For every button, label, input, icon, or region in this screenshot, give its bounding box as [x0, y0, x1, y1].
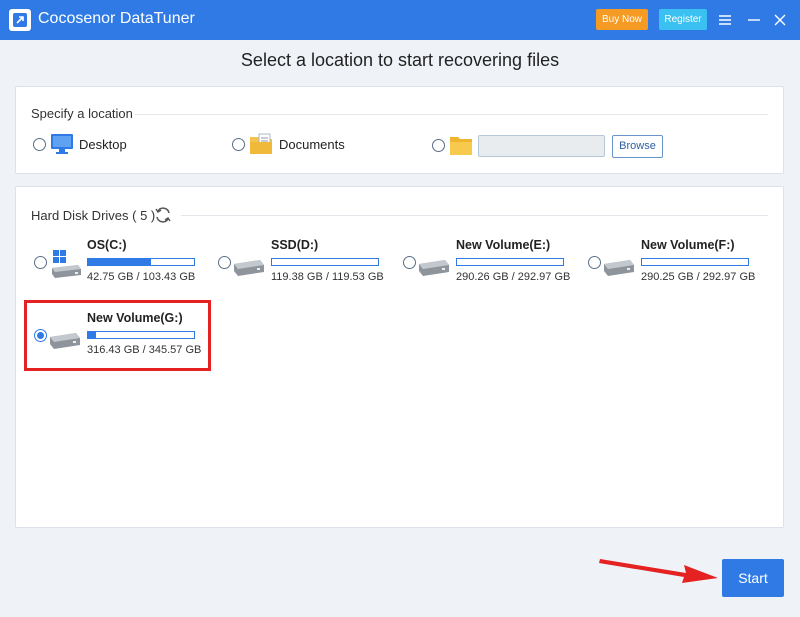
desktop-icon — [50, 133, 74, 155]
browse-button[interactable]: Browse — [612, 135, 663, 158]
drive-d[interactable]: SSD(D:) 119.38 GB / 119.53 GB — [218, 238, 393, 298]
documents-radio[interactable] — [232, 138, 245, 151]
drive-c-name: OS(C:) — [87, 238, 127, 252]
disk-divider — [181, 215, 768, 216]
refresh-icon[interactable] — [153, 205, 173, 225]
drive-f-radio[interactable] — [588, 256, 601, 269]
app-title: Cocosenor DataTuner — [38, 10, 195, 27]
drive-e-name: New Volume(E:) — [456, 238, 551, 252]
documents-label: Documents — [279, 137, 345, 152]
drive-c-usage-fill — [88, 259, 151, 265]
drive-d-size: 119.38 GB / 119.53 GB — [271, 271, 384, 283]
location-divider — [135, 114, 768, 115]
buy-now-button[interactable]: Buy Now — [596, 9, 648, 30]
title-bar: Cocosenor DataTuner Buy Now Register — [0, 0, 800, 40]
location-panel — [15, 86, 784, 174]
register-button[interactable]: Register — [659, 9, 707, 30]
close-icon[interactable] — [771, 11, 789, 29]
minimize-icon[interactable] — [745, 11, 763, 29]
documents-icon — [249, 132, 273, 156]
drive-icon — [232, 250, 266, 278]
desktop-radio[interactable] — [33, 138, 46, 151]
drive-c-radio[interactable] — [34, 256, 47, 269]
folder-icon — [449, 134, 473, 156]
drive-c[interactable]: OS(C:) 42.75 GB / 103.43 GB — [34, 238, 209, 298]
drive-f-size: 290.25 GB / 292.97 GB — [641, 271, 756, 283]
drive-icon — [602, 250, 636, 278]
custom-path-radio[interactable] — [432, 139, 445, 152]
selection-highlight — [24, 300, 211, 371]
drive-d-radio[interactable] — [218, 256, 231, 269]
windows-drive-icon — [48, 250, 82, 278]
drive-d-usage-bar — [271, 258, 379, 266]
menu-icon[interactable] — [716, 11, 734, 29]
drive-c-usage-bar — [87, 258, 195, 266]
page-title: Select a location to start recovering fi… — [240, 50, 560, 70]
app-logo-icon — [9, 9, 31, 31]
desktop-label: Desktop — [79, 137, 127, 152]
drive-c-size: 42.75 GB / 103.43 GB — [87, 271, 196, 283]
start-button[interactable]: Start — [722, 559, 784, 597]
drive-e[interactable]: New Volume(E:) 290.26 GB / 292.97 GB — [403, 238, 578, 298]
drive-f[interactable]: New Volume(F:) 290.25 GB / 292.97 GB — [588, 238, 763, 298]
drive-icon — [417, 250, 451, 278]
drive-e-radio[interactable] — [403, 256, 416, 269]
drive-f-usage-bar — [641, 258, 749, 266]
location-section-title: Specify a location — [31, 106, 133, 121]
drive-e-size: 290.26 GB / 292.97 GB — [456, 271, 571, 283]
drive-d-name: SSD(D:) — [271, 238, 319, 252]
drive-f-name: New Volume(F:) — [641, 238, 735, 252]
path-input[interactable] — [478, 135, 605, 157]
disk-section-title: Hard Disk Drives ( 5 ) — [31, 208, 156, 223]
drive-e-usage-bar — [456, 258, 564, 266]
arrow-icon — [599, 559, 718, 583]
